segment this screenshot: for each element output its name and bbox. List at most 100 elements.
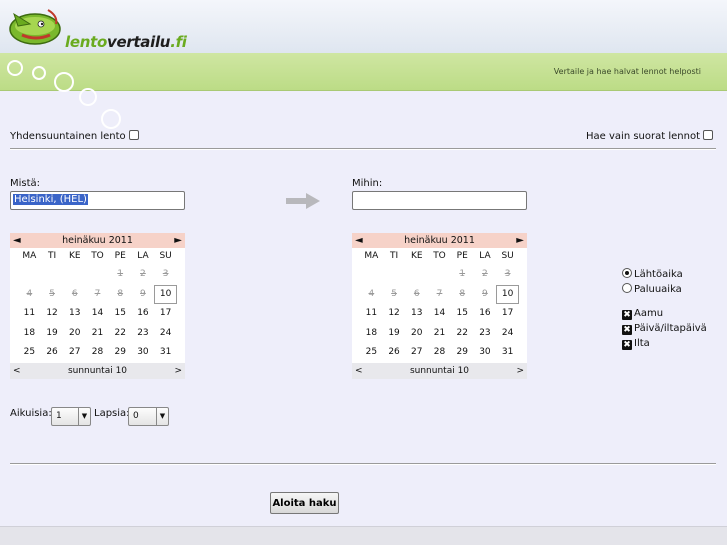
calendar-day[interactable]: 31 bbox=[496, 343, 519, 363]
calendar-day[interactable]: 20 bbox=[405, 324, 428, 344]
calendar-day[interactable]: 24 bbox=[496, 324, 519, 344]
calendar-empty-cell bbox=[428, 265, 451, 285]
afternoon-checkbox[interactable]: ✖ bbox=[622, 325, 632, 335]
calendar-day[interactable]: 24 bbox=[154, 324, 177, 344]
next-arrow-icon[interactable]: > bbox=[174, 363, 182, 379]
calendar-day: 8 bbox=[117, 288, 124, 299]
calendar-day[interactable]: 27 bbox=[405, 343, 428, 363]
weekday-header: TI bbox=[47, 251, 57, 261]
calendar-day[interactable]: 25 bbox=[18, 343, 41, 363]
calendar-footer: < sunnuntai 10 > bbox=[10, 362, 185, 379]
plane-logo-icon bbox=[9, 9, 61, 45]
calendar-day[interactable]: 10 bbox=[496, 284, 519, 304]
prev-arrow-icon[interactable]: < bbox=[13, 363, 21, 379]
afternoon-label: Päivä/iltapäivä bbox=[634, 323, 707, 334]
calendar-day[interactable]: 23 bbox=[132, 324, 155, 344]
evening-checkbox[interactable]: ✖ bbox=[622, 340, 632, 350]
calendar-day[interactable]: 14 bbox=[86, 304, 109, 324]
calendar-day[interactable]: 23 bbox=[474, 324, 497, 344]
calendar-day[interactable]: 25 bbox=[360, 343, 383, 363]
calendar-day[interactable]: 22 bbox=[109, 324, 132, 344]
children-select[interactable]: 0 ▼ bbox=[128, 407, 169, 426]
calendar-day[interactable]: 11 bbox=[18, 304, 41, 324]
calendar-day[interactable]: 29 bbox=[451, 343, 474, 363]
calendar-day[interactable]: 28 bbox=[86, 343, 109, 363]
calendar-day: 1 bbox=[459, 269, 466, 279]
calendar-day[interactable]: 15 bbox=[451, 304, 474, 324]
calendar-day[interactable]: 19 bbox=[383, 324, 406, 344]
evening-option[interactable]: ✖ Ilta bbox=[622, 338, 650, 350]
calendar-header: ◄ heinäkuu 2011 ► bbox=[352, 233, 527, 248]
calendar-day[interactable]: 30 bbox=[132, 343, 155, 363]
next-month-icon[interactable]: ► bbox=[516, 233, 524, 248]
calendar-day[interactable]: 12 bbox=[383, 304, 406, 324]
calendar-empty-cell bbox=[383, 265, 406, 285]
origin-input[interactable]: Helsinki, (HEL) bbox=[10, 191, 185, 210]
weekday-header: TO bbox=[91, 251, 104, 261]
adults-select[interactable]: 1 ▼ bbox=[51, 407, 91, 426]
calendar-month-title: heinäkuu 2011 bbox=[404, 235, 475, 246]
calendar-day[interactable]: 18 bbox=[18, 324, 41, 344]
return-time-radio[interactable] bbox=[622, 283, 632, 293]
next-month-icon[interactable]: ► bbox=[174, 233, 182, 248]
calendar-day[interactable]: 28 bbox=[428, 343, 451, 363]
calendar-day[interactable]: 13 bbox=[63, 304, 86, 324]
one-way-option: Yhdensuuntainen lento bbox=[10, 130, 139, 142]
start-search-button[interactable]: Aloita haku bbox=[270, 492, 339, 514]
children-label: Lapsia: bbox=[94, 408, 130, 419]
prev-arrow-icon[interactable]: < bbox=[355, 363, 363, 379]
calendar-day: 7 bbox=[94, 288, 101, 299]
calendar-day[interactable]: 10 bbox=[154, 284, 177, 304]
calendar-day[interactable]: 22 bbox=[451, 324, 474, 344]
calendar-day[interactable]: 17 bbox=[496, 304, 519, 324]
calendar-day[interactable]: 30 bbox=[474, 343, 497, 363]
return-time-option[interactable]: Paluuaika bbox=[622, 283, 682, 295]
calendar-day[interactable]: 11 bbox=[360, 304, 383, 324]
calendar-day[interactable]: 20 bbox=[63, 324, 86, 344]
calendar-day[interactable]: 12 bbox=[41, 304, 64, 324]
calendar-day[interactable]: 21 bbox=[428, 324, 451, 344]
adults-select-value: 1 bbox=[56, 411, 62, 421]
calendar-footer: < sunnuntai 10 > bbox=[352, 362, 527, 379]
afternoon-option[interactable]: ✖ Päivä/iltapäivä bbox=[622, 323, 707, 335]
calendar-day[interactable]: 26 bbox=[383, 343, 406, 363]
calendar-day[interactable]: 15 bbox=[109, 304, 132, 324]
divider-bottom bbox=[10, 463, 716, 465]
calendar-today-label[interactable]: sunnuntai 10 bbox=[68, 366, 127, 376]
departure-time-option[interactable]: Lähtöaika bbox=[622, 268, 683, 280]
calendar-day: 8 bbox=[459, 288, 466, 299]
morning-checkbox[interactable]: ✖ bbox=[622, 310, 632, 320]
morning-option[interactable]: ✖ Aamu bbox=[622, 308, 663, 320]
calendar-today-label[interactable]: sunnuntai 10 bbox=[410, 366, 469, 376]
calendar-day[interactable]: 26 bbox=[41, 343, 64, 363]
calendar-day[interactable]: 19 bbox=[41, 324, 64, 344]
calendar-day[interactable]: 16 bbox=[474, 304, 497, 324]
chevron-down-icon: ▼ bbox=[78, 408, 90, 425]
calendar-day: 1 bbox=[117, 269, 124, 279]
next-arrow-icon[interactable]: > bbox=[516, 363, 524, 379]
calendar-day[interactable]: 16 bbox=[132, 304, 155, 324]
calendar-day[interactable]: 29 bbox=[109, 343, 132, 363]
calendar-day[interactable]: 21 bbox=[86, 324, 109, 344]
destination-label: Mihin: bbox=[352, 178, 383, 189]
prev-month-icon[interactable]: ◄ bbox=[13, 233, 21, 248]
calendar-day[interactable]: 18 bbox=[360, 324, 383, 344]
calendar-day[interactable]: 13 bbox=[405, 304, 428, 324]
calendar-day: 2 bbox=[140, 269, 146, 279]
prev-month-icon[interactable]: ◄ bbox=[355, 233, 363, 248]
calendar-day[interactable]: 31 bbox=[154, 343, 177, 363]
one-way-checkbox[interactable] bbox=[128, 130, 139, 140]
direct-only-checkbox[interactable] bbox=[703, 130, 713, 140]
departure-calendar: ◄ heinäkuu 2011 ► MA TI KE TO PE LA SU 1 2 3 4 5 6 7 8 9 10… bbox=[10, 233, 185, 379]
calendar-day[interactable]: 27 bbox=[63, 343, 86, 363]
destination-input[interactable] bbox=[352, 191, 527, 210]
calendar-day[interactable]: 17 bbox=[154, 304, 177, 324]
calendar-day[interactable]: 14 bbox=[428, 304, 451, 324]
calendar-body: MA TI KE TO PE LA SU 1 2 3 4 5 6 7 8 9 10 11 12 13 14 15 16 17 1… bbox=[352, 248, 527, 363]
departure-time-radio[interactable] bbox=[622, 268, 632, 278]
calendar-day: 4 bbox=[26, 288, 33, 299]
calendar-header: ◄ heinäkuu 2011 ► bbox=[10, 233, 185, 248]
weekday-header: MA bbox=[364, 251, 379, 261]
calendar-body: MA TI KE TO PE LA SU 1 2 3 4 5 6 7 8 9 10 11 12 13 14 15 16 17 1… bbox=[10, 248, 185, 363]
site-logo[interactable]: lentovertailu.fi bbox=[8, 4, 188, 51]
